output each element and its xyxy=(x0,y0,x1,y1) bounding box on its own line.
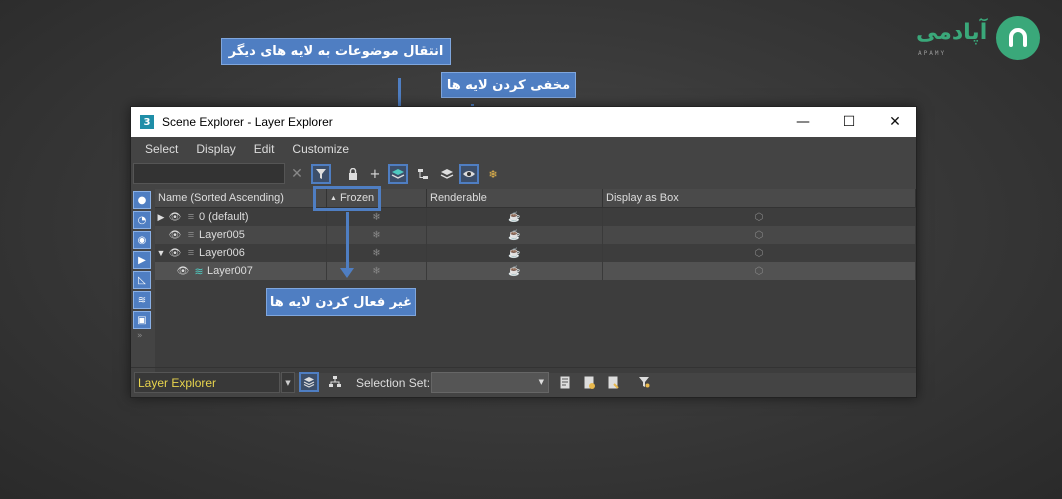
logo-subtext: APAMY xyxy=(918,50,947,57)
renderable-teapot-icon[interactable]: ☕ xyxy=(427,208,603,226)
annotation-hide-layers: مخفی کردن لایه ها xyxy=(441,72,576,98)
menu-display[interactable]: Display xyxy=(196,142,235,156)
camera-filter-icon[interactable]: ▶ xyxy=(133,251,151,269)
visibility-eye-icon[interactable]: 👁 xyxy=(167,212,183,223)
side-filter-bar: ● ◔ ◉ ▶ ◺ ≋ ▣ » xyxy=(131,189,153,369)
logo-text: آپادمی xyxy=(916,20,988,45)
display-box-icon[interactable]: ⬡ xyxy=(603,244,916,262)
apamy-logo: آپادمی APAMY xyxy=(912,14,1042,62)
display-box-icon[interactable]: ⬡ xyxy=(603,208,916,226)
column-display-as-box[interactable]: Display as Box xyxy=(603,189,916,207)
search-input[interactable] xyxy=(133,163,285,184)
annotation-move-objects: انتقال موضوعات به لایه های دیگر xyxy=(221,38,451,65)
frozen-snowflake-icon[interactable]: ❄ xyxy=(327,244,427,262)
spacewarp-filter-icon[interactable]: ≋ xyxy=(133,291,151,309)
collapse-arrow-icon[interactable]: ▼ xyxy=(155,248,167,258)
shape-filter-icon[interactable]: ◔ xyxy=(133,211,151,229)
table-row[interactable]: ▶ 👁 ≡ 0 (default) ❄ ☕ ⬡ xyxy=(155,208,916,226)
menu-edit[interactable]: Edit xyxy=(254,142,275,156)
layer-icon: ≡ xyxy=(187,211,195,223)
clear-search-icon[interactable]: ✕ xyxy=(287,164,307,184)
add-selection-to-layer-icon[interactable] xyxy=(388,164,408,184)
more-filters-icon[interactable]: » xyxy=(137,331,153,341)
layers-icon[interactable] xyxy=(437,164,457,184)
layer-icon: ≡ xyxy=(187,229,195,241)
status-bar: Layer Explorer ▼ Selection Set: ▼ xyxy=(131,367,916,397)
layer-icon: ≡ xyxy=(187,247,195,259)
visibility-eye-icon[interactable]: 👁 xyxy=(175,266,191,277)
app-3ds-icon: 3 xyxy=(140,115,154,129)
logo-mark-icon xyxy=(996,16,1040,60)
layer-mode-icon[interactable] xyxy=(299,372,319,392)
frozen-snowflake-icon[interactable]: ❄ xyxy=(327,226,427,244)
group-filter-icon[interactable]: ▣ xyxy=(133,311,151,329)
layer-table: Name (Sorted Ascending) ▲ Frozen Rendera… xyxy=(155,189,916,373)
maximize-button[interactable]: ☐ xyxy=(826,107,872,137)
arrow-head-freeze-layers xyxy=(340,268,354,278)
filter-icon[interactable] xyxy=(311,164,331,184)
column-name[interactable]: Name (Sorted Ascending) xyxy=(155,189,327,207)
lock-icon[interactable] xyxy=(343,164,363,184)
selection-set-arrow-icon: ▼ xyxy=(538,378,544,386)
menu-customize[interactable]: Customize xyxy=(292,142,349,156)
scene-explorer-window: 3 Scene Explorer - Layer Explorer — ☐ ✕ … xyxy=(130,106,917,398)
active-layer-icon: ≋ xyxy=(194,265,204,278)
create-layer-icon[interactable]: + xyxy=(365,164,385,184)
toolbar: ✕ + ❄ xyxy=(131,161,916,187)
display-box-icon[interactable]: ⬡ xyxy=(603,262,916,280)
table-row[interactable]: 👁 ≋ Layer007 ❄ ☕ ⬡ xyxy=(155,262,916,280)
window-title: Scene Explorer - Layer Explorer xyxy=(162,115,333,129)
explorer-type-dropdown[interactable]: Layer Explorer xyxy=(134,372,280,393)
expand-arrow-icon[interactable]: ▶ xyxy=(155,212,167,223)
frozen-highlight-box xyxy=(313,186,381,211)
layer-name: Layer005 xyxy=(199,229,245,241)
explorer-dropdown-arrow-icon[interactable]: ▼ xyxy=(281,372,295,393)
renderable-teapot-icon[interactable]: ☕ xyxy=(427,226,603,244)
column-renderable[interactable]: Renderable xyxy=(427,189,603,207)
selection-set-label: Selection Set: xyxy=(356,376,431,390)
freeze-icon[interactable]: ❄ xyxy=(483,164,503,184)
hierarchy-mode-icon[interactable] xyxy=(325,372,345,392)
close-button[interactable]: ✕ xyxy=(872,107,918,137)
selection-set-dropdown[interactable]: ▼ xyxy=(431,372,549,393)
table-header: Name (Sorted Ascending) ▲ Frozen Rendera… xyxy=(155,189,916,208)
hierarchy-icon[interactable] xyxy=(413,164,433,184)
visibility-eye-icon[interactable]: 👁 xyxy=(167,230,183,241)
renderable-teapot-icon[interactable]: ☕ xyxy=(427,262,603,280)
renderable-teapot-icon[interactable]: ☕ xyxy=(427,244,603,262)
light-filter-icon[interactable]: ◉ xyxy=(133,231,151,249)
visibility-eye-icon[interactable]: 👁 xyxy=(167,248,183,259)
helper-filter-icon[interactable]: ◺ xyxy=(133,271,151,289)
minimize-button[interactable]: — xyxy=(780,107,826,137)
filter-selection-icon[interactable] xyxy=(634,372,654,392)
display-box-icon[interactable]: ⬡ xyxy=(603,226,916,244)
add-selection-set-icon[interactable] xyxy=(579,372,599,392)
layer-name: Layer006 xyxy=(199,247,245,259)
explorer-type-value: Layer Explorer xyxy=(138,375,217,390)
layer-name: Layer007 xyxy=(207,265,253,277)
annotation-freeze-layers: غیر فعال کردن لایه ها xyxy=(266,288,416,316)
menu-select[interactable]: Select xyxy=(145,142,178,156)
table-row[interactable]: 👁 ≡ Layer005 ❄ ☕ ⬡ xyxy=(155,226,916,244)
geometry-filter-icon[interactable]: ● xyxy=(133,191,151,209)
title-bar: 3 Scene Explorer - Layer Explorer — ☐ ✕ xyxy=(131,107,916,137)
edit-selection-set-icon[interactable] xyxy=(555,372,575,392)
hide-eye-icon[interactable] xyxy=(459,164,479,184)
layer-name: 0 (default) xyxy=(199,211,249,223)
menu-bar: Select Display Edit Customize xyxy=(131,137,916,161)
arrow-freeze-layers xyxy=(346,212,349,270)
remove-selection-set-icon[interactable] xyxy=(603,372,623,392)
table-row[interactable]: ▼ 👁 ≡ Layer006 ❄ ☕ ⬡ xyxy=(155,244,916,262)
